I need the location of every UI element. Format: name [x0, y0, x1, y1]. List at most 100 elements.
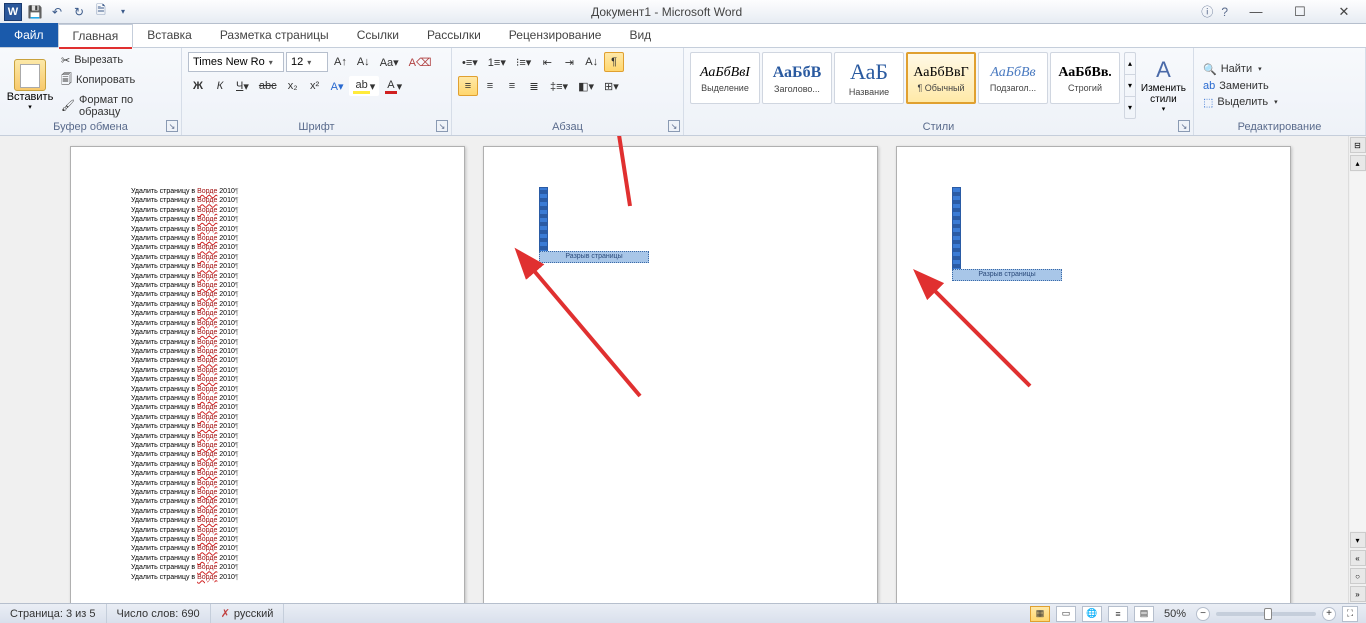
zoom-slider[interactable] — [1216, 612, 1316, 616]
document-line[interactable]: Удалить страницу в Ворде 2010¶ — [131, 460, 414, 469]
change-styles-button[interactable]: A Изменить стили ▾ — [1140, 52, 1187, 118]
maximize-button[interactable]: ☐ — [1278, 0, 1322, 24]
style-item[interactable]: АаБбВвІВыделение — [690, 52, 760, 104]
word-count[interactable]: Число слов: 690 — [107, 604, 211, 623]
browse-object-button[interactable]: ○ — [1350, 568, 1366, 584]
text-effects-button[interactable]: A▾ — [327, 76, 348, 96]
file-tab[interactable]: Файл — [0, 23, 58, 47]
document-line[interactable]: Удалить страницу в Ворде 2010¶ — [131, 347, 414, 356]
scroll-track[interactable] — [1350, 172, 1366, 531]
customize-qat-icon[interactable]: ▾ — [114, 3, 132, 21]
gallery-up-button[interactable]: ▴ — [1125, 53, 1135, 75]
document-line[interactable]: Удалить страницу в Ворде 2010¶ — [131, 234, 414, 243]
web-layout-view[interactable]: 🌐 — [1082, 606, 1102, 622]
font-launcher[interactable]: ↘ — [436, 120, 448, 132]
document-line[interactable]: Удалить страницу в Ворде 2010¶ — [131, 516, 414, 525]
document-line[interactable]: Удалить страницу в Ворде 2010¶ — [131, 394, 414, 403]
shrink-font-button[interactable]: A↓ — [353, 52, 374, 72]
align-center-button[interactable]: ≡ — [480, 76, 500, 96]
document-line[interactable]: Удалить страницу в Ворде 2010¶ — [131, 563, 414, 572]
document-line[interactable]: Удалить страницу в Ворде 2010¶ — [131, 253, 414, 262]
page-3[interactable]: Разрыв страницы — [896, 146, 1291, 603]
document-line[interactable]: Удалить страницу в Ворде 2010¶ — [131, 328, 414, 337]
align-left-button[interactable]: ≡ — [458, 76, 478, 96]
align-right-button[interactable]: ≡ — [502, 76, 522, 96]
subscript-button[interactable]: x₂ — [283, 76, 303, 96]
document-area[interactable]: Удалить страницу в Ворде 2010¶Удалить ст… — [0, 136, 1348, 603]
document-line[interactable]: Удалить страницу в Ворде 2010¶ — [131, 366, 414, 375]
outline-view[interactable]: ≡ — [1108, 606, 1128, 622]
document-line[interactable]: Удалить страницу в Ворде 2010¶ — [131, 385, 414, 394]
close-button[interactable]: ✕ — [1322, 0, 1366, 24]
grow-font-button[interactable]: A↑ — [330, 52, 351, 72]
next-page-button[interactable]: » — [1350, 586, 1366, 602]
document-line[interactable]: Удалить страницу в Ворде 2010¶ — [131, 535, 414, 544]
font-family-combo[interactable]: Times New Ro▾ — [188, 52, 284, 72]
scroll-up-button[interactable]: ▴ — [1350, 155, 1366, 171]
document-line[interactable]: Удалить страницу в Ворде 2010¶ — [131, 479, 414, 488]
zoom-level[interactable]: 50% — [1164, 608, 1186, 620]
document-line[interactable]: Удалить страницу в Ворде 2010¶ — [131, 488, 414, 497]
replace-button[interactable]: abЗаменить — [1200, 79, 1359, 93]
style-item[interactable]: АаБбВЗаголово... — [762, 52, 832, 104]
vertical-scrollbar[interactable]: ⊟ ▴ ▾ « ○ » — [1348, 136, 1366, 603]
ruler-toggle-icon[interactable]: ⊟ — [1350, 137, 1366, 153]
tab-mailings[interactable]: Рассылки — [413, 23, 495, 47]
tab-insert[interactable]: Вставка — [133, 23, 206, 47]
decrease-indent-button[interactable]: ⇤ — [537, 52, 557, 72]
document-line[interactable]: Удалить страницу в Ворде 2010¶ — [131, 507, 414, 516]
document-line[interactable]: Удалить страницу в Ворде 2010¶ — [131, 526, 414, 535]
redo-icon[interactable]: ↻ — [70, 3, 88, 21]
clipboard-launcher[interactable]: ↘ — [166, 120, 178, 132]
help-icon[interactable]: ? — [1221, 5, 1228, 19]
tab-review[interactable]: Рецензирование — [495, 23, 616, 47]
document-line[interactable]: Удалить страницу в Ворде 2010¶ — [131, 225, 414, 234]
tab-page-layout[interactable]: Разметка страницы — [206, 23, 343, 47]
tab-view[interactable]: Вид — [615, 23, 665, 47]
document-line[interactable]: Удалить страницу в Ворде 2010¶ — [131, 196, 414, 205]
document-line[interactable]: Удалить страницу в Ворде 2010¶ — [131, 206, 414, 215]
document-line[interactable]: Удалить страницу в Ворде 2010¶ — [131, 432, 414, 441]
page-status[interactable]: Страница: 3 из 5 — [0, 604, 107, 623]
document-line[interactable]: Удалить страницу в Ворде 2010¶ — [131, 469, 414, 478]
document-line[interactable]: Удалить страницу в Ворде 2010¶ — [131, 272, 414, 281]
highlight-button[interactable]: ab▾ — [349, 76, 379, 96]
font-color-button[interactable]: A▾ — [381, 76, 406, 96]
prev-page-button[interactable]: « — [1350, 550, 1366, 566]
zoom-in-button[interactable]: + — [1322, 607, 1336, 621]
gallery-down-button[interactable]: ▾ — [1125, 75, 1135, 97]
gallery-expand-button[interactable]: ▾ — [1125, 97, 1135, 118]
page-1[interactable]: Удалить страницу в Ворде 2010¶Удалить ст… — [70, 146, 465, 603]
document-line[interactable]: Удалить страницу в Ворде 2010¶ — [131, 243, 414, 252]
document-line[interactable]: Удалить страницу в Ворде 2010¶ — [131, 338, 414, 347]
minimize-button[interactable]: — — [1234, 0, 1278, 24]
paragraph-launcher[interactable]: ↘ — [668, 120, 680, 132]
show-marks-button[interactable]: ¶ — [604, 52, 624, 72]
style-item[interactable]: АаБбВв.Строгий — [1050, 52, 1120, 104]
draft-view[interactable]: ▤ — [1134, 606, 1154, 622]
tab-references[interactable]: Ссылки — [343, 23, 413, 47]
style-item[interactable]: АаБбВвГ¶ Обычный — [906, 52, 976, 104]
sort-button[interactable]: A↓ — [581, 52, 602, 72]
style-item[interactable]: АаБбВвПодзагол... — [978, 52, 1048, 104]
borders-button[interactable]: ⊞▾ — [600, 76, 623, 96]
document-line[interactable]: Удалить страницу в Ворде 2010¶ — [131, 554, 414, 563]
italic-button[interactable]: К — [210, 76, 230, 96]
document-line[interactable]: Удалить страницу в Ворде 2010¶ — [131, 375, 414, 384]
document-line[interactable]: Удалить страницу в Ворде 2010¶ — [131, 450, 414, 459]
document-line[interactable]: Удалить страницу в Ворде 2010¶ — [131, 573, 414, 582]
undo-icon[interactable]: ↶ — [48, 3, 66, 21]
line-spacing-button[interactable]: ‡≡▾ — [546, 76, 572, 96]
qat-doc-icon[interactable]: 🗎 — [92, 3, 110, 21]
strike-button[interactable]: abc — [255, 76, 281, 96]
document-line[interactable]: Удалить страницу в Ворде 2010¶ — [131, 319, 414, 328]
document-line[interactable]: Удалить страницу в Ворде 2010¶ — [131, 290, 414, 299]
paste-button[interactable]: Вставить ▾ — [6, 52, 54, 118]
document-line[interactable]: Удалить страницу в Ворде 2010¶ — [131, 441, 414, 450]
document-line[interactable]: Удалить страницу в Ворде 2010¶ — [131, 356, 414, 365]
document-line[interactable]: Удалить страницу в Ворде 2010¶ — [131, 309, 414, 318]
format-painter-button[interactable]: 🖌Формат по образцу — [58, 93, 175, 119]
document-line[interactable]: Удалить страницу в Ворде 2010¶ — [131, 544, 414, 553]
clear-format-button[interactable]: A⌫ — [405, 52, 436, 72]
underline-button[interactable]: Ч▾ — [232, 76, 253, 96]
